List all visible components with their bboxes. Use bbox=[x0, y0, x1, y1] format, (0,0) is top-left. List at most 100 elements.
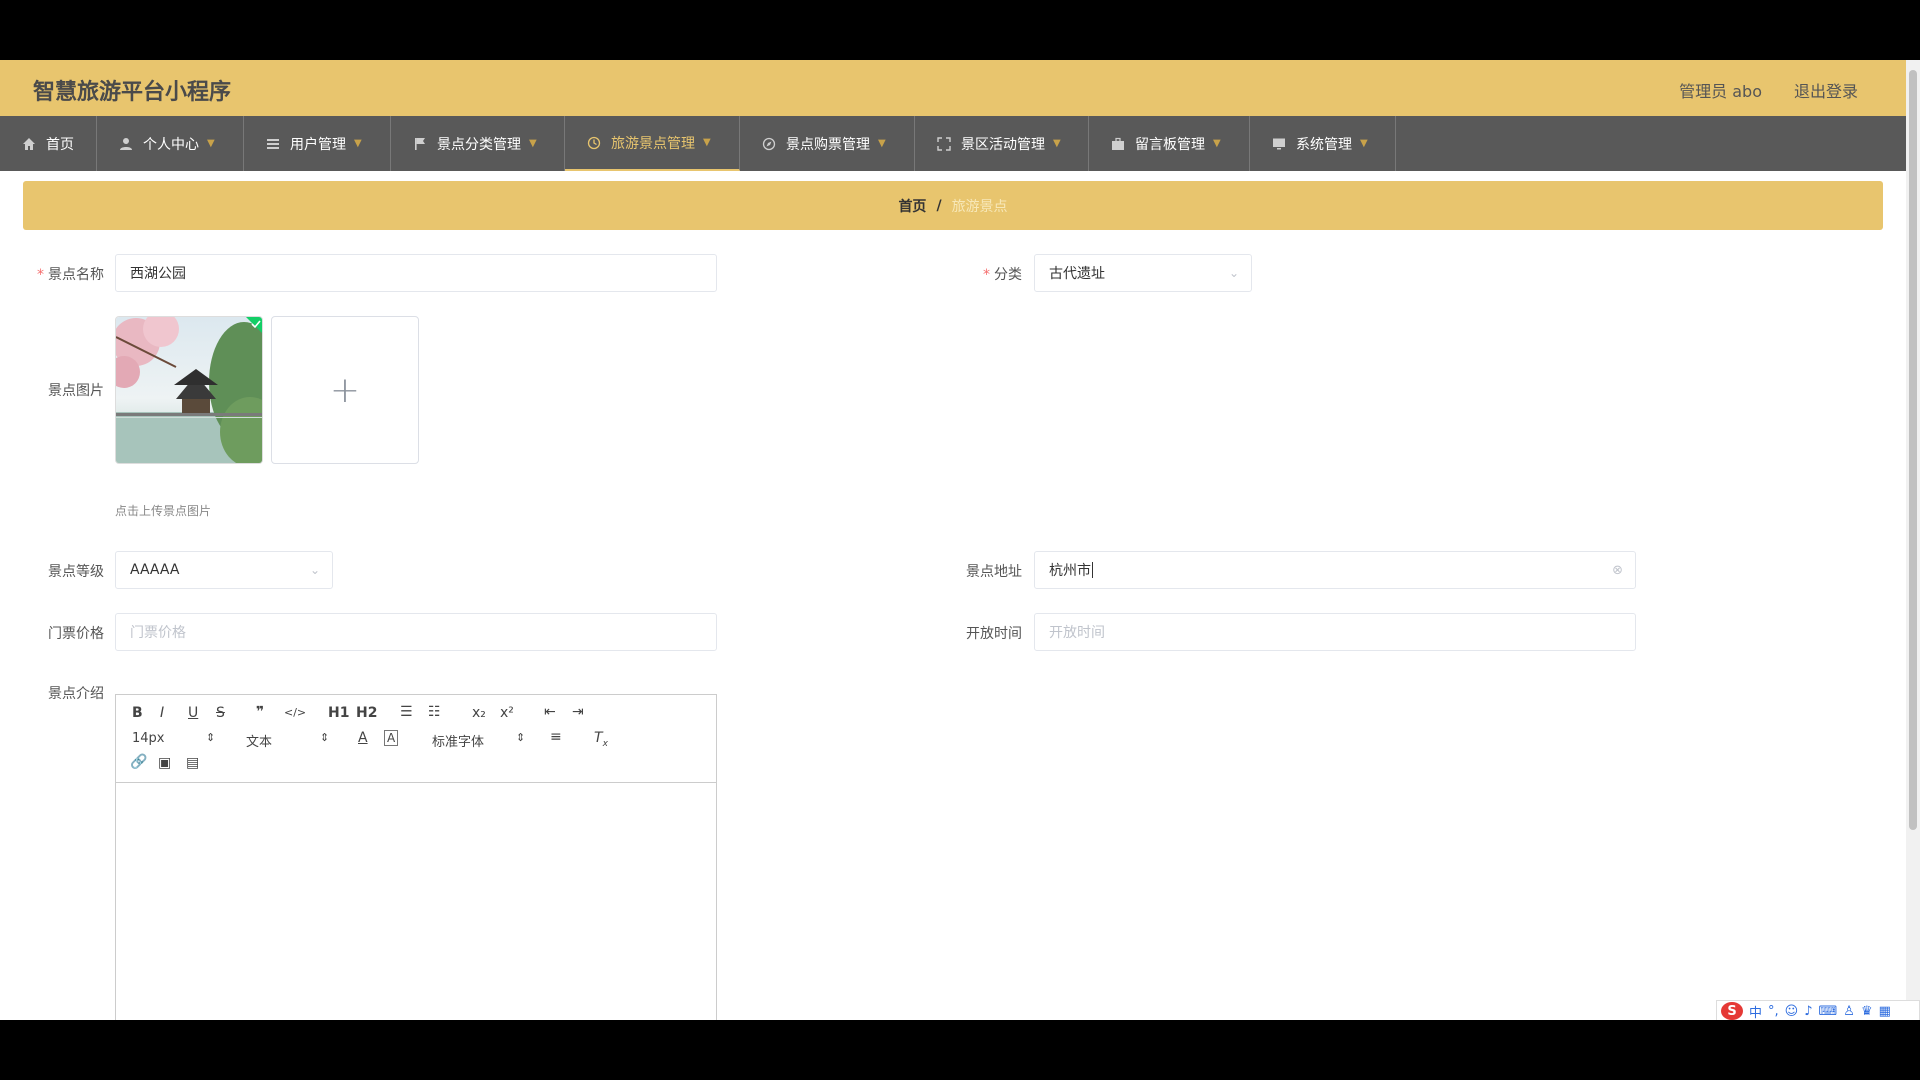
nav-label: 用户管理 bbox=[290, 136, 346, 153]
intro-label: 景点介绍 bbox=[48, 686, 104, 702]
font-family-arrows-icon: ⇕ bbox=[516, 731, 526, 744]
grid-icon[interactable]: ▦ bbox=[1879, 1004, 1891, 1019]
skin-icon[interactable]: ♛ bbox=[1861, 1004, 1873, 1019]
italic-button[interactable]: I bbox=[160, 705, 164, 721]
outdent-button[interactable]: ⇤ bbox=[544, 704, 556, 720]
level-value: AAAAA bbox=[130, 562, 180, 578]
keyboard-icon[interactable]: ⌨ bbox=[1819, 1004, 1838, 1019]
nav-item-personal-center[interactable]: 个人中心 ▼ bbox=[97, 116, 244, 171]
category-label: * 分类 bbox=[960, 264, 1022, 284]
address-input[interactable]: 杭州市 ⊗ bbox=[1034, 551, 1636, 589]
align-button[interactable]: ≡ bbox=[550, 729, 562, 745]
top-header: 智慧旅游平台小程序 管理员 abo 退出登录 bbox=[0, 60, 1906, 116]
editor-toolbar: B I U S ❞ </> H1 H2 ☰ ☷ x₂ x² ⇤ ⇥ 14px ⇕… bbox=[116, 695, 716, 783]
chevron-down-icon: ▼ bbox=[703, 137, 711, 148]
page-scrollbar[interactable] bbox=[1906, 60, 1920, 1020]
ordered-list-button[interactable]: ☰ bbox=[400, 704, 413, 720]
plus-icon: + bbox=[329, 369, 361, 411]
briefcase-icon bbox=[1111, 137, 1125, 151]
chevron-down-icon: ▼ bbox=[207, 138, 215, 149]
bold-button[interactable]: B bbox=[132, 705, 143, 721]
image-icon[interactable]: ▣ bbox=[158, 755, 171, 771]
font-color-button[interactable]: A bbox=[358, 730, 368, 746]
background-color-button[interactable]: A bbox=[384, 730, 399, 746]
chevron-down-icon: ▼ bbox=[878, 138, 886, 149]
punctuation-icon[interactable]: °, bbox=[1768, 1004, 1779, 1019]
opentime-input[interactable]: 开放时间 bbox=[1034, 613, 1636, 651]
app-title: 智慧旅游平台小程序 bbox=[33, 80, 232, 105]
nav-item-message-board-management[interactable]: 留言板管理 ▼ bbox=[1089, 116, 1250, 171]
chevron-down-icon: ▼ bbox=[354, 138, 362, 149]
font-family-select[interactable]: 标准字体 bbox=[432, 731, 484, 750]
nav-item-home[interactable]: 首页 bbox=[0, 116, 97, 171]
price-label: 门票价格 bbox=[48, 626, 104, 642]
h2-button[interactable]: H2 bbox=[356, 705, 377, 721]
upload-hint: 点击上传景点图片 bbox=[115, 504, 212, 518]
mic-icon[interactable]: ♪ bbox=[1804, 1004, 1812, 1019]
scroll-thumb[interactable] bbox=[1909, 70, 1917, 830]
chevron-down-icon: ▼ bbox=[529, 138, 537, 149]
app-frame: 智慧旅游平台小程序 管理员 abo 退出登录 首页 个人中心 ▼ 用户管理 ▼ … bbox=[0, 60, 1920, 1020]
nav-item-attraction-management[interactable]: 旅游景点管理 ▼ bbox=[565, 116, 740, 171]
category-select[interactable]: 古代遗址 ⌄ bbox=[1034, 254, 1252, 292]
main-nav: 首页 个人中心 ▼ 用户管理 ▼ 景点分类管理 ▼ 旅游景点管理 ▼ 景点购票管… bbox=[0, 116, 1906, 171]
image-label: 景点图片 bbox=[48, 383, 104, 399]
text-cursor bbox=[1092, 562, 1093, 578]
nav-item-category-management[interactable]: 景点分类管理 ▼ bbox=[391, 116, 565, 171]
video-icon[interactable]: ▤ bbox=[186, 755, 199, 771]
sogou-logo-icon: S bbox=[1721, 1002, 1743, 1020]
font-size-select[interactable]: 14px bbox=[132, 731, 165, 746]
breadcrumb: 首页 / 旅游景点 bbox=[23, 181, 1883, 230]
h1-button[interactable]: H1 bbox=[328, 705, 349, 721]
breadcrumb-current: 旅游景点 bbox=[951, 198, 1008, 215]
fullscreen-icon bbox=[937, 136, 951, 151]
text-type-arrows-icon: ⇕ bbox=[320, 731, 330, 744]
ime-mode-label[interactable]: 中 bbox=[1749, 1002, 1762, 1021]
breadcrumb-separator: / bbox=[936, 197, 942, 214]
superscript-button[interactable]: x² bbox=[500, 705, 514, 721]
nav-label: 景点购票管理 bbox=[786, 136, 870, 153]
clear-icon[interactable]: ⊗ bbox=[1612, 563, 1623, 578]
clock-icon bbox=[587, 136, 601, 150]
underline-button[interactable]: U bbox=[188, 705, 198, 721]
chevron-down-icon: ▼ bbox=[1360, 138, 1368, 149]
name-input[interactable]: 西湖公园 bbox=[115, 254, 717, 292]
logout-link[interactable]: 退出登录 bbox=[1794, 78, 1858, 102]
nav-label: 个人中心 bbox=[143, 136, 199, 153]
indent-button[interactable]: ⇥ bbox=[572, 704, 584, 720]
required-marker: * bbox=[983, 267, 990, 283]
nav-item-system-management[interactable]: 系统管理 ▼ bbox=[1250, 116, 1396, 171]
price-input[interactable]: 门票价格 bbox=[115, 613, 717, 651]
level-select[interactable]: AAAAA ⌄ bbox=[115, 551, 333, 589]
ime-toolbar[interactable]: S 中 °, ☺ ♪ ⌨ ♙ ♛ ▦ bbox=[1716, 1000, 1920, 1020]
compass-icon bbox=[762, 137, 776, 151]
name-label-text: 景点名称 bbox=[48, 267, 104, 283]
user-icon bbox=[119, 137, 133, 151]
nav-label: 旅游景点管理 bbox=[611, 135, 695, 152]
emoji-icon[interactable]: ☺ bbox=[1785, 1004, 1799, 1019]
user-icon[interactable]: ♙ bbox=[1843, 1004, 1855, 1019]
strike-button[interactable]: S bbox=[216, 705, 225, 721]
nav-label: 景点分类管理 bbox=[437, 136, 521, 153]
nav-item-activity-management[interactable]: 景区活动管理 ▼ bbox=[915, 116, 1089, 171]
text-type-select[interactable]: 文本 bbox=[246, 731, 272, 750]
upload-add-button[interactable]: + bbox=[271, 316, 419, 464]
address-value: 杭州市 bbox=[1049, 563, 1091, 579]
bullet-list-button[interactable]: ☷ bbox=[428, 704, 441, 720]
code-button[interactable]: </> bbox=[284, 706, 306, 719]
breadcrumb-home[interactable]: 首页 bbox=[898, 196, 926, 216]
chevron-down-icon: ▼ bbox=[1053, 138, 1061, 149]
rich-text-editor: B I U S ❞ </> H1 H2 ☰ ☷ x₂ x² ⇤ ⇥ 14px ⇕… bbox=[115, 694, 717, 1020]
admin-username: 管理员 abo bbox=[1679, 82, 1762, 101]
nav-item-ticket-management[interactable]: 景点购票管理 ▼ bbox=[740, 116, 915, 171]
link-icon[interactable]: 🔗 bbox=[130, 754, 147, 770]
clear-format-button[interactable]: Tx bbox=[594, 730, 608, 749]
subscript-button[interactable]: x₂ bbox=[472, 705, 486, 721]
blockquote-button[interactable]: ❞ bbox=[256, 704, 264, 720]
uploaded-image-thumbnail[interactable] bbox=[115, 316, 263, 464]
lake-pavilion-image bbox=[116, 317, 262, 463]
required-marker: * bbox=[37, 267, 44, 283]
nav-label: 景区活动管理 bbox=[961, 136, 1045, 153]
nav-item-user-management[interactable]: 用户管理 ▼ bbox=[244, 116, 391, 171]
category-value: 古代遗址 bbox=[1049, 266, 1105, 282]
